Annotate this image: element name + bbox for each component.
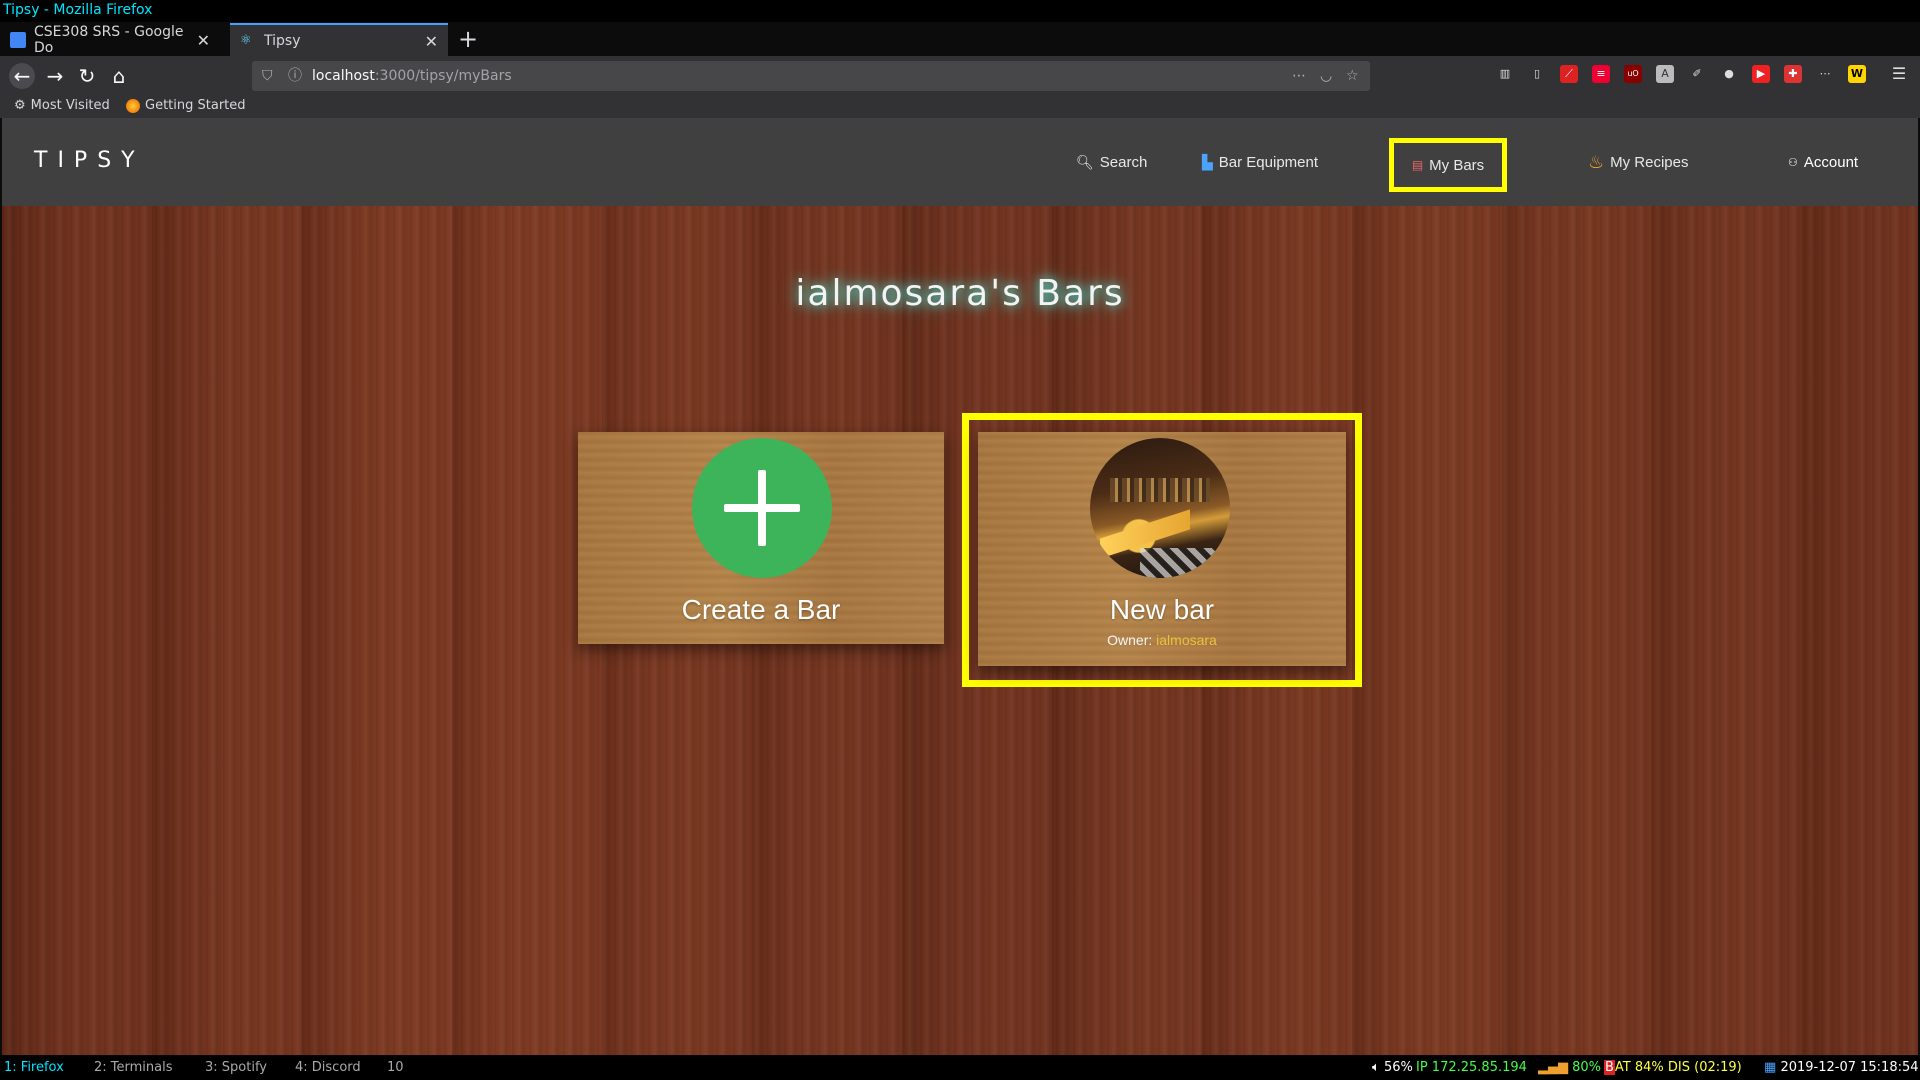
bookmark-star-icon[interactable]: ☆ xyxy=(1346,61,1359,91)
account-icon[interactable]: ● xyxy=(1720,65,1738,83)
shaker-icon: ▙ xyxy=(1202,153,1213,170)
site-header: TIPSY 🔍︎ Search ▙ Bar Equipment ▤ My Bar… xyxy=(2,118,1918,206)
bottle-icon: ♨ xyxy=(1588,151,1605,172)
firefox-icon xyxy=(126,99,140,113)
close-icon[interactable]: ✕ xyxy=(197,31,210,50)
nav-label: My Bars xyxy=(1429,156,1485,174)
back-button[interactable]: ← xyxy=(9,63,35,89)
url-bar[interactable]: ⛉ ⓘ localhost:3000/tipsy/myBars ⋯ ◡ ☆ xyxy=(252,61,1370,91)
site-logo[interactable]: TIPSY xyxy=(34,148,145,173)
shield-icon[interactable]: ⛉ xyxy=(262,61,273,91)
nav-search[interactable]: 🔍︎ Search xyxy=(1076,150,1147,174)
extension-a-icon[interactable]: A xyxy=(1656,65,1674,83)
extension-stack-icon[interactable]: ≡ xyxy=(1592,65,1610,83)
bookmark-label: Most Visited xyxy=(30,98,110,113)
bar-card[interactable]: New bar Owner: ialmosara xyxy=(978,432,1346,666)
bookmarks-bar: ⚙ Most Visited Getting Started xyxy=(0,94,1920,118)
workspace-3[interactable]: 3: Spotify xyxy=(205,1055,267,1080)
account-icon: ⚇ xyxy=(1788,156,1798,169)
extension-bird-icon[interactable]: ✐ xyxy=(1688,65,1706,83)
ip-status: IP 172.25.85.194 xyxy=(1416,1060,1527,1075)
datetime-status: ▦ 2019-12-07 15:18:54 xyxy=(1764,1060,1919,1075)
calendar-icon: ▦ xyxy=(1764,1060,1777,1075)
nav-my-bars[interactable]: ▤ My Bars xyxy=(1389,138,1507,192)
wifi-icon: ▂▄▆ xyxy=(1538,1060,1568,1075)
bookmark-most-visited[interactable]: ⚙ Most Visited xyxy=(14,94,110,118)
workspace-1[interactable]: 1: Firefox xyxy=(4,1055,64,1080)
url-host: localhost xyxy=(312,68,375,84)
create-bar-title: Create a Bar xyxy=(681,594,841,625)
extension-puzzle-icon[interactable]: ✚ xyxy=(1784,65,1802,83)
tab-label: CSE308 SRS - Google Do xyxy=(34,24,184,56)
url-path: :3000/tipsy/myBars xyxy=(374,68,512,84)
gear-icon: ⚙ xyxy=(14,98,26,113)
battery-icon: B xyxy=(1604,1060,1615,1075)
nav-label: Account xyxy=(1803,153,1859,171)
reload-button[interactable]: ↻ xyxy=(74,63,100,89)
wifi-status: ▂▄▆ 80% xyxy=(1538,1060,1602,1075)
forward-button[interactable]: → xyxy=(42,63,68,89)
tab-tipsy[interactable]: ⚛ Tipsy ✕ xyxy=(230,23,448,57)
pocket-icon[interactable]: ◡ xyxy=(1320,61,1332,91)
extension-red-icon[interactable]: ⟋ xyxy=(1560,65,1578,83)
new-tab-button[interactable]: + xyxy=(458,22,478,56)
ublock-icon[interactable]: uO xyxy=(1624,65,1642,83)
nav-label: Bar Equipment xyxy=(1218,153,1319,171)
create-bar-card[interactable]: Create a Bar xyxy=(578,432,944,644)
page-content: TIPSY 🔍︎ Search ▙ Bar Equipment ▤ My Bar… xyxy=(2,118,1918,1055)
bar-title: New bar xyxy=(1109,594,1215,625)
battery-status: BAT 84% DIS (02:19) xyxy=(1604,1060,1742,1075)
nav-label: Search xyxy=(1099,153,1148,171)
sidebar-icon[interactable]: ▯ xyxy=(1528,65,1546,83)
library-icon[interactable]: ▥ xyxy=(1496,65,1514,83)
bar-icon: ▤ xyxy=(1411,158,1424,172)
extension-w-icon[interactable]: W xyxy=(1848,65,1866,83)
google-docs-icon xyxy=(10,32,26,48)
page-title: ialmosara's Bars xyxy=(795,273,1125,314)
workspace-4[interactable]: 4: Discord xyxy=(295,1055,361,1080)
bookmark-getting-started[interactable]: Getting Started xyxy=(126,94,246,118)
home-button[interactable]: ⌂ xyxy=(106,63,132,89)
navigation-toolbar: ← → ↻ ⌂ ⛉ ⓘ localhost:3000/tipsy/myBars … xyxy=(0,56,1920,94)
tab-label: Tipsy xyxy=(264,33,301,49)
close-icon[interactable]: ✕ xyxy=(425,32,438,51)
react-icon: ⚛ xyxy=(240,33,252,48)
search-icon: 🔍︎ xyxy=(1076,153,1094,170)
youtube-icon[interactable]: ▶ xyxy=(1752,65,1770,83)
nav-label: My Recipes xyxy=(1610,153,1689,171)
nav-account[interactable]: ⚇ Account xyxy=(1788,150,1858,174)
window-title: Tipsy - Mozilla Firefox xyxy=(0,0,1920,22)
bar-photo xyxy=(1090,438,1230,578)
owner-label: Owner: xyxy=(1107,632,1153,648)
workspace-2[interactable]: 2: Terminals xyxy=(94,1055,173,1080)
tab-google-docs[interactable]: CSE308 SRS - Google Do ✕ xyxy=(0,23,220,57)
info-icon[interactable]: ⓘ xyxy=(288,61,302,91)
nav-my-recipes[interactable]: ♨ My Recipes xyxy=(1588,150,1689,174)
workspace-10[interactable]: 10 xyxy=(387,1055,404,1080)
bookmark-label: Getting Started xyxy=(145,98,246,113)
volume-status: 🔈︎ 56% xyxy=(1372,1060,1413,1075)
bar-owner: Owner: ialmosara xyxy=(978,632,1346,648)
overflow-icon[interactable]: ⋯ xyxy=(1816,65,1834,83)
system-status-bar: 1: Firefox 2: Terminals 3: Spotify 4: Di… xyxy=(0,1055,1920,1080)
speaker-icon: 🔈︎ xyxy=(1372,1060,1380,1075)
menu-icon[interactable]: ☰ xyxy=(1890,65,1908,83)
nav-bar-equipment[interactable]: ▙ Bar Equipment xyxy=(1202,150,1318,174)
plus-icon xyxy=(692,438,832,578)
page-actions-icon[interactable]: ⋯ xyxy=(1292,61,1306,91)
owner-name-link[interactable]: ialmosara xyxy=(1156,632,1217,648)
tab-bar: CSE308 SRS - Google Do ✕ ⚛ Tipsy ✕ + xyxy=(0,22,1920,57)
